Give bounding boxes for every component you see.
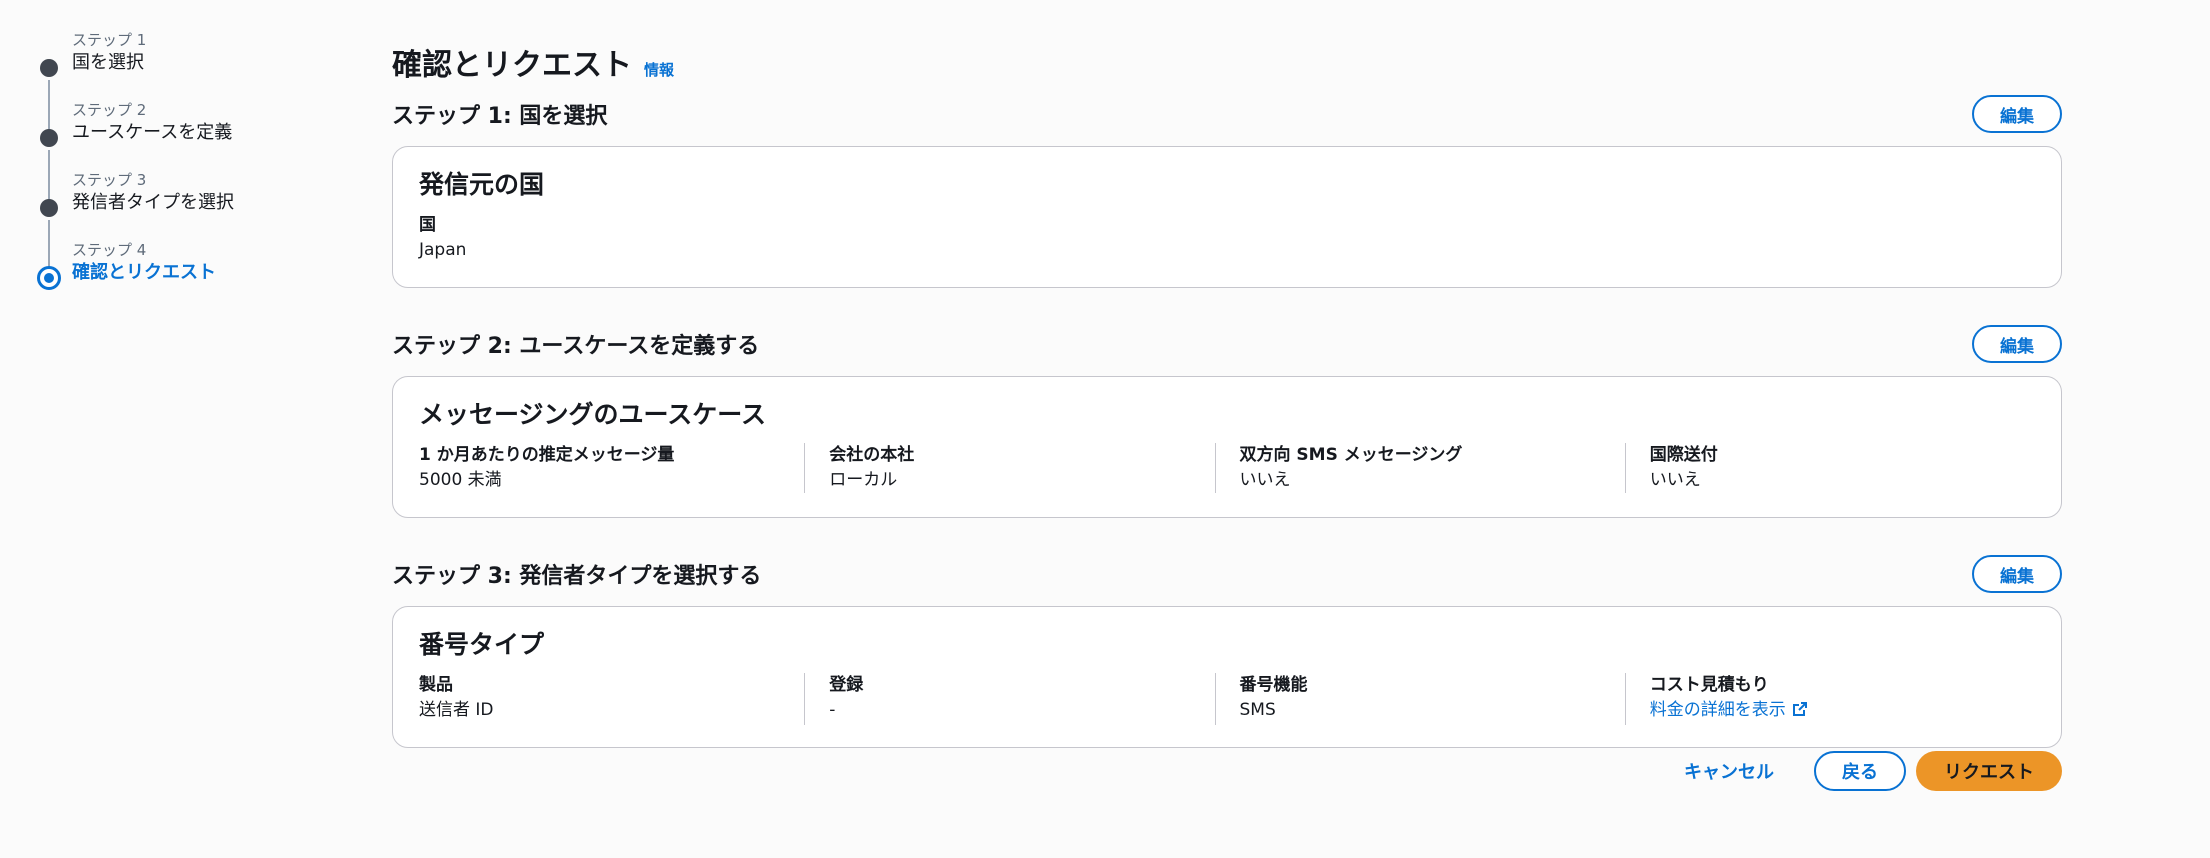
step-title: ユースケースを定義 (72, 122, 233, 143)
wizard-stepper: ステップ 1 国を選択 ステップ 2 ユースケースを定義 ステップ 3 発信者タ… (36, 30, 296, 310)
step-title: 国を選択 (72, 52, 144, 73)
back-button[interactable]: 戻る (1814, 751, 1906, 791)
field-label: 登録 (829, 675, 864, 695)
field-column: 番号機能 SMS (1214, 673, 1625, 725)
step-current-indicator-icon (37, 266, 61, 290)
field-column: 1 か月あたりの推定メッセージ量 5000 未満 (419, 443, 804, 493)
field-columns: 1 か月あたりの推定メッセージ量 5000 未満 会社の本社 ローカル 双方向 … (419, 443, 2035, 493)
stepper-step-4-current: ステップ 4 確認とリクエスト (36, 240, 296, 310)
stepper-step-1[interactable]: ステップ 1 国を選択 (36, 30, 296, 138)
page: ステップ 1 国を選択 ステップ 2 ユースケースを定義 ステップ 3 発信者タ… (0, 0, 2210, 858)
field-column: コスト見積もり 料金の詳細を表示 (1624, 673, 2035, 725)
step-indicator-icon (40, 199, 58, 217)
review-section-country: ステップ 1: 国を選択 編集 発信元の国 国 Japan (392, 92, 2062, 288)
step-indicator-icon (40, 59, 58, 77)
edit-step-1-button[interactable]: 編集 (1972, 95, 2062, 133)
info-link[interactable]: 情報 (644, 59, 674, 80)
step-indicator-icon (40, 129, 58, 147)
step-title: 確認とリクエスト (72, 262, 216, 283)
request-button[interactable]: リクエスト (1916, 751, 2062, 791)
wizard-footer-actions: キャンセル 戻る リクエスト (1670, 751, 2062, 791)
review-section-originator-type: ステップ 3: 発信者タイプを選択する 編集 番号タイプ 製品 送信者 ID 登… (392, 552, 2062, 748)
field-column: 会社の本社 ローカル (804, 443, 1214, 493)
field-value: いいえ (1649, 470, 1701, 490)
field-label: コスト見積もり (1649, 675, 1769, 695)
pricing-details-row: 料金の詳細を表示 (1650, 697, 2035, 725)
use-case-card: メッセージングのユースケース 1 か月あたりの推定メッセージ量 5000 未満 … (392, 376, 2062, 518)
step-number: ステップ 2 (72, 101, 147, 119)
field-column: 製品 送信者 ID (419, 673, 804, 725)
field-label: 国際送付 (1649, 445, 1718, 465)
field-label: 会社の本社 (829, 445, 915, 465)
step-number: ステップ 1 (72, 31, 147, 49)
field-label: 製品 (419, 675, 453, 695)
step-number: ステップ 3 (72, 171, 147, 189)
number-type-card: 番号タイプ 製品 送信者 ID 登録 - 番号機能 SMS コスト見積もり 料金… (392, 606, 2062, 748)
field-value: SMS (1239, 700, 1276, 720)
field-column: 双方向 SMS メッセージング いいえ (1214, 443, 1625, 493)
cancel-button[interactable]: キャンセル (1670, 758, 1788, 784)
section-header: ステップ 3: 発信者タイプを選択する 編集 (392, 552, 2062, 596)
section-header: ステップ 2: ユースケースを定義する 編集 (392, 322, 2062, 366)
field-value: Japan (419, 240, 467, 260)
field-value: いいえ (1239, 470, 1291, 490)
step-number: ステップ 4 (72, 241, 147, 259)
edit-step-2-button[interactable]: 編集 (1972, 325, 2062, 363)
section-title: ステップ 1: 国を選択 (392, 104, 608, 129)
page-header: 確認とリクエスト 情報 (392, 40, 2062, 86)
field-value: 5000 未満 (419, 470, 502, 490)
field-label: 双方向 SMS メッセージング (1239, 445, 1463, 465)
stepper-step-3[interactable]: ステップ 3 発信者タイプを選択 (36, 170, 296, 278)
edit-step-3-button[interactable]: 編集 (1972, 555, 2062, 593)
card-title: 発信元の国 (419, 170, 545, 199)
section-header: ステップ 1: 国を選択 編集 (392, 92, 2062, 136)
external-link-icon[interactable] (1792, 699, 1808, 725)
field-value: - (829, 700, 836, 720)
field-label: 国 (419, 215, 436, 235)
pricing-details-link[interactable]: 料金の詳細を表示 (1650, 700, 1786, 720)
stepper-step-2[interactable]: ステップ 2 ユースケースを定義 (36, 100, 296, 208)
field-label: 番号機能 (1239, 675, 1308, 695)
step-title: 発信者タイプを選択 (72, 192, 234, 213)
field-columns: 製品 送信者 ID 登録 - 番号機能 SMS コスト見積もり 料金の詳細を表示 (419, 673, 2035, 725)
card-title: メッセージングのユースケース (419, 400, 767, 429)
card-title: 番号タイプ (419, 630, 545, 659)
review-main: 確認とリクエスト 情報 ステップ 1: 国を選択 編集 発信元の国 国 Japa… (392, 40, 2062, 748)
section-title: ステップ 2: ユースケースを定義する (392, 334, 760, 359)
field-label: 1 か月あたりの推定メッセージ量 (419, 445, 675, 465)
review-section-use-case: ステップ 2: ユースケースを定義する 編集 メッセージングのユースケース 1 … (392, 322, 2062, 518)
section-title: ステップ 3: 発信者タイプを選択する (392, 564, 762, 589)
page-title: 確認とリクエスト (392, 48, 632, 83)
field-column: 登録 - (804, 673, 1214, 725)
field-value: 送信者 ID (419, 700, 494, 720)
field-value: ローカル (829, 470, 898, 490)
country-card: 発信元の国 国 Japan (392, 146, 2062, 288)
field-column: 国際送付 いいえ (1624, 443, 2035, 493)
